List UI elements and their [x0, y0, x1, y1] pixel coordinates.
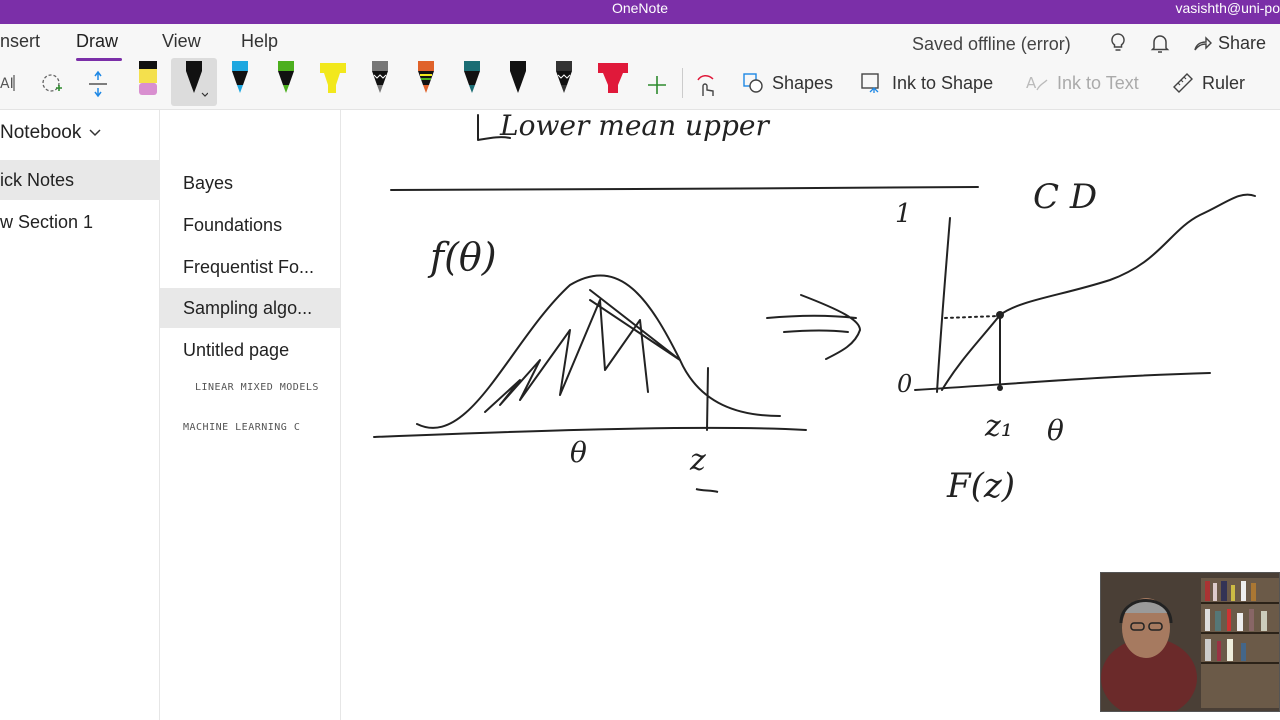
pen-teal-icon[interactable]	[458, 59, 486, 99]
ruler-button[interactable]: Ruler	[1172, 60, 1245, 106]
highlighter-red-icon[interactable]	[596, 59, 630, 99]
highlighter-yellow-icon[interactable]	[318, 59, 346, 99]
page-item-machine-learning[interactable]: MACHINE LEARNING C	[160, 408, 340, 448]
page-item-untitled[interactable]: Untitled page	[160, 330, 340, 370]
lightbulb-icon[interactable]	[1107, 32, 1129, 54]
page-item-sampling[interactable]: Sampling algo...	[160, 288, 340, 328]
pen-black-icon[interactable]	[504, 59, 532, 99]
title-bar: OneNote vasishth@uni-po	[0, 0, 1280, 24]
ink-z-underline	[695, 488, 719, 493]
ink-F-label: F(z)	[946, 466, 1015, 506]
ink-z1-label: z₁	[984, 409, 1013, 444]
page-item-linear-mixed-models[interactable]: LINEAR MIXED MODELS	[160, 368, 340, 408]
pen-glitter-icon[interactable]	[550, 59, 578, 99]
tab-help[interactable]: Help	[241, 31, 278, 52]
ink-zero-label: 0	[897, 370, 912, 398]
page-item-bayes[interactable]: Bayes	[160, 163, 340, 203]
ink-one-label: 1	[895, 199, 912, 229]
ruler-label: Ruler	[1202, 72, 1246, 93]
ink-cdf-x-axis	[914, 372, 1211, 391]
ink-cdf-y-axis	[936, 217, 951, 393]
tab-draw[interactable]: Draw	[76, 31, 118, 52]
pen-black-selected-icon[interactable]	[180, 59, 208, 99]
pen-green-icon[interactable]	[272, 59, 300, 99]
ink-z-label: z	[689, 443, 706, 478]
ink-to-text-button[interactable]: A Ink to Text	[1025, 60, 1139, 106]
user-account[interactable]: vasishth@uni-po	[1176, 0, 1280, 16]
tab-insert[interactable]: nsert	[0, 31, 40, 52]
ink-top-text: Lower mean upper	[499, 110, 770, 142]
ink-density-curve	[416, 274, 781, 429]
pen-cyan-icon[interactable]	[226, 59, 254, 99]
ink-cdf-label: C D	[1033, 177, 1097, 217]
ink-to-shape-button[interactable]: Ink to Shape	[860, 60, 993, 106]
ink-dotted-level	[944, 315, 999, 319]
sections-pane: Notebook ick Notes w Section 1	[0, 110, 160, 720]
pen-galaxy-icon[interactable]	[366, 59, 394, 99]
notebook-title: Notebook	[0, 122, 82, 143]
share-button[interactable]: Share	[1192, 33, 1266, 54]
ruler-icon	[1173, 73, 1193, 93]
section-new-section-1[interactable]: w Section 1	[0, 202, 160, 242]
ink-to-text-label: Ink to Text	[1057, 72, 1139, 93]
ink-density-axis	[373, 426, 807, 438]
pages-pane: Bayes Foundations Frequentist Fo... Samp…	[160, 110, 341, 720]
page-item-foundations[interactable]: Foundations	[160, 205, 340, 245]
share-icon	[1194, 35, 1212, 50]
ink-point-cdf	[996, 311, 1004, 319]
ink-to-shape-icon	[861, 73, 879, 93]
ink-cdf-curve	[941, 193, 1256, 391]
ribbon-separator	[682, 68, 683, 98]
ink-horizontal-rule	[390, 186, 979, 191]
svg-text:AI: AI	[0, 76, 14, 92]
ink-point-z1	[997, 385, 1003, 391]
ink-implies-arrow	[766, 294, 861, 360]
type-select-icon[interactable]: AI	[0, 72, 18, 94]
ink-to-text-icon: A	[1026, 74, 1048, 92]
add-space-icon[interactable]	[87, 70, 109, 98]
shapes-label: Shapes	[772, 72, 834, 93]
shapes-button[interactable]: Shapes	[742, 60, 833, 106]
share-label: Share	[1218, 33, 1267, 53]
chevron-down-icon	[89, 129, 101, 137]
ink-theta-label: θ	[570, 436, 587, 469]
touch-draw-icon[interactable]	[694, 72, 718, 98]
section-quick-notes[interactable]: ick Notes	[0, 160, 160, 200]
webcam-overlay	[1100, 572, 1280, 712]
webcam-feed-image	[1101, 573, 1279, 711]
ink-density-label: f(θ)	[427, 235, 497, 279]
app-title: OneNote	[611, 0, 669, 16]
page-item-frequentist[interactable]: Frequentist Fo...	[160, 247, 340, 287]
ink-theta2-label: θ	[1047, 414, 1064, 447]
notebook-selector[interactable]: Notebook	[0, 122, 101, 144]
ribbon: nsert Draw View Help Saved offline (erro…	[0, 24, 1280, 110]
bell-icon[interactable]	[1149, 32, 1171, 54]
pen-rainbow-icon[interactable]	[412, 59, 440, 99]
ink-z-line	[706, 367, 709, 431]
ink-to-shape-label: Ink to Shape	[892, 72, 994, 93]
add-pen-icon[interactable]	[646, 74, 668, 96]
active-tab-indicator	[76, 58, 122, 61]
highlighter-pink-icon[interactable]	[134, 59, 162, 99]
sync-status[interactable]: Saved offline (error)	[912, 34, 1071, 55]
tab-view[interactable]: View	[162, 31, 201, 52]
svg-text:A: A	[1026, 74, 1037, 92]
shapes-icon	[743, 73, 763, 93]
lasso-select-icon[interactable]	[40, 72, 64, 96]
